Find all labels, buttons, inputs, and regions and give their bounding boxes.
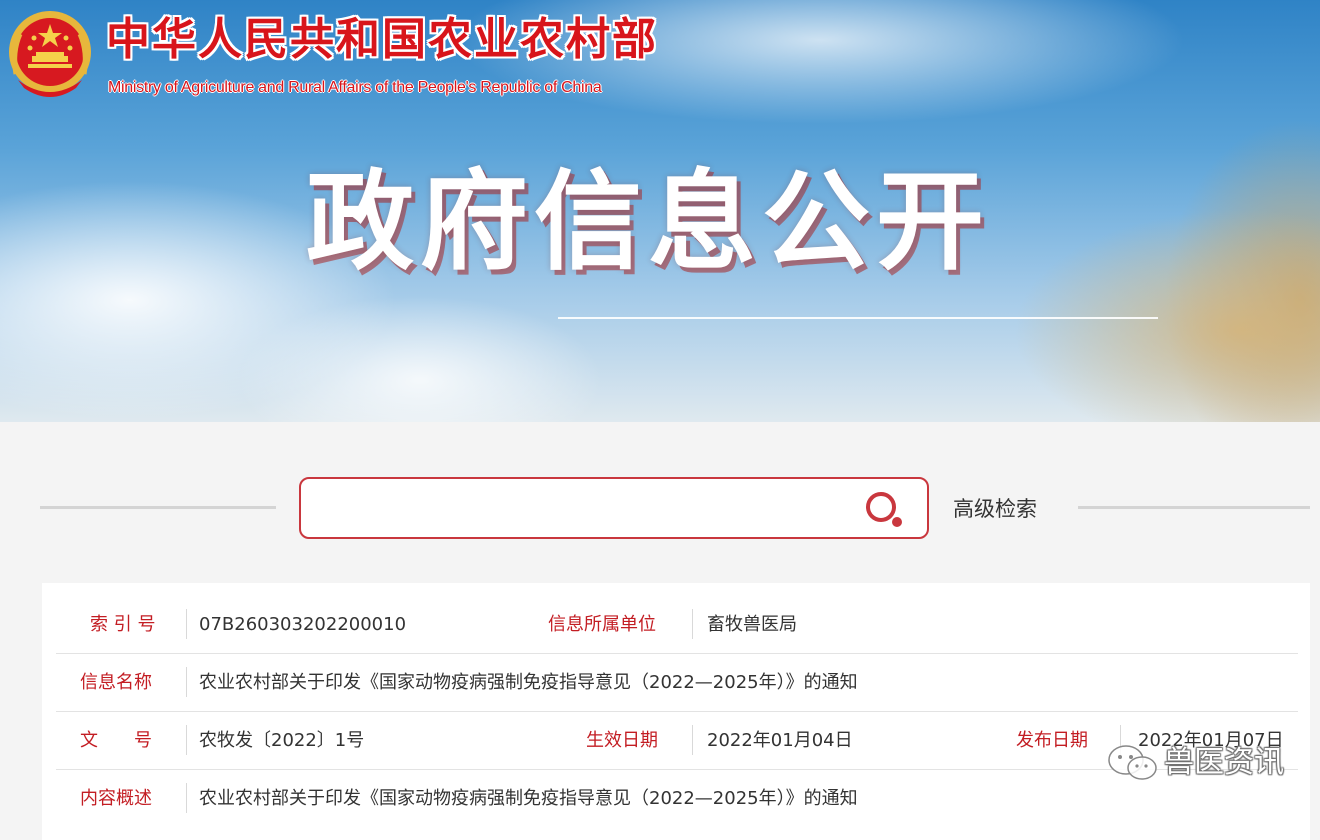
search-box[interactable] (299, 477, 929, 539)
doc-no-value: 农牧发〔2022〕1号 (199, 730, 365, 751)
divider-left (40, 506, 276, 509)
wechat-icon (1108, 745, 1157, 780)
publish-date-label: 发布日期 (1016, 730, 1088, 751)
advanced-search-link[interactable]: 高级检索 (953, 494, 1037, 524)
summary-label: 内容概述 (80, 788, 152, 809)
effective-date-label: 生效日期 (586, 730, 658, 751)
search-input[interactable] (315, 489, 839, 529)
info-panel: 索 引 号 07B260303202200010 信息所属单位 畜牧兽医局 信息… (42, 583, 1310, 840)
cell-divider (186, 609, 187, 639)
header-banner: 中华人民共和国农业农村部 Ministry of Agriculture and… (0, 0, 1320, 422)
unit-label: 信息所属单位 (548, 614, 656, 635)
summary-value: 农业农村部关于印发《国家动物疫病强制免疫指导意见（2022—2025年）》的通知 (199, 788, 858, 809)
cell-divider (692, 725, 693, 755)
cell-divider (186, 783, 187, 813)
ministry-name-en: Ministry of Agriculture and Rural Affair… (108, 79, 602, 96)
divider-right (1078, 506, 1310, 509)
cell-divider (186, 667, 187, 697)
watermark-text: 兽医资讯 (1164, 745, 1284, 780)
info-row-name: 信息名称 农业农村部关于印发《国家动物疫病强制免疫指导意见（2022—2025年… (56, 653, 1298, 712)
name-value: 农业农村部关于印发《国家动物疫病强制免疫指导意见（2022—2025年）》的通知 (199, 672, 858, 693)
search-icon[interactable] (863, 489, 907, 529)
title-underline (558, 317, 1158, 319)
watermark: 兽医资讯 (1106, 738, 1306, 788)
national-emblem-icon (9, 11, 91, 97)
name-label: 信息名称 (80, 672, 152, 693)
effective-date-value: 2022年01月04日 (707, 730, 853, 751)
page-title: 政府信息公开 (306, 160, 991, 285)
doc-no-label: 文 号 (80, 730, 152, 751)
info-row-index: 索 引 号 07B260303202200010 信息所属单位 畜牧兽医局 (56, 595, 1298, 654)
index-value: 07B260303202200010 (199, 614, 407, 635)
unit-value: 畜牧兽医局 (707, 614, 797, 635)
index-label: 索 引 号 (90, 614, 156, 635)
cell-divider (186, 725, 187, 755)
ministry-name-cn: 中华人民共和国农业农村部 (106, 14, 658, 65)
cell-divider (692, 609, 693, 639)
